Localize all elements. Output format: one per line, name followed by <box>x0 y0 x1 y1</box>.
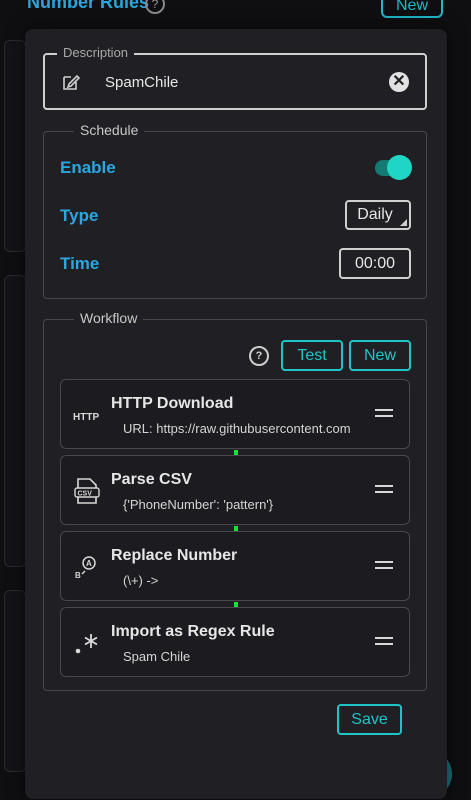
svg-text:B: B <box>75 571 81 580</box>
regex-icon <box>75 634 98 654</box>
schedule-group: Schedule Enable Type Daily Time 00:00 <box>43 122 427 299</box>
workflow-legend: Workflow <box>74 310 144 326</box>
type-value: Daily <box>357 206 393 223</box>
http-icon-text: HTTP <box>73 412 99 423</box>
workflow-group: Workflow ? Test New HTTP HTTP Download U… <box>43 310 427 691</box>
description-value[interactable]: SpamChile <box>105 74 178 91</box>
replace-icon: A B <box>75 556 96 580</box>
drag-handle-icon[interactable] <box>375 409 393 419</box>
background-card <box>4 590 26 772</box>
step-title: Parse CSV <box>111 471 192 488</box>
background-card <box>4 275 26 567</box>
enable-label: Enable <box>60 158 116 177</box>
workflow-step[interactable]: HTTP HTTP Download URL: https://raw.gith… <box>60 379 410 449</box>
enable-toggle[interactable] <box>387 155 412 180</box>
drag-handle-icon[interactable] <box>375 485 393 495</box>
description-field[interactable]: Description SpamChile ✕ <box>43 45 427 110</box>
svg-text:A: A <box>86 559 92 568</box>
csv-icon-text: CSV <box>78 491 93 498</box>
help-icon[interactable]: ? <box>249 346 269 366</box>
background-new-button[interactable]: New <box>381 0 443 18</box>
type-label: Type <box>60 206 99 225</box>
drag-handle-icon[interactable] <box>375 561 393 571</box>
workflow-step[interactable]: CSV Parse CSV {'PhoneNumber': 'pattern'} <box>60 455 410 525</box>
time-field[interactable]: 00:00 <box>339 248 411 279</box>
workflow-step[interactable]: A B Replace Number (\+) -> <box>60 531 410 601</box>
clear-icon[interactable]: ✕ <box>389 72 409 92</box>
description-legend: Description <box>57 45 135 60</box>
background-title: Number Rules <box>27 0 150 12</box>
time-label: Time <box>60 254 100 273</box>
dropdown-corner-icon <box>400 219 407 226</box>
step-title: Import as Regex Rule <box>111 623 275 640</box>
drag-handle-icon[interactable] <box>375 637 393 647</box>
step-subtitle: URL: https://raw.githubusercontent.com <box>123 421 351 436</box>
new-step-button[interactable]: New <box>349 340 411 371</box>
edit-icon <box>63 74 81 90</box>
background-card <box>4 40 26 252</box>
type-select[interactable]: Daily <box>345 200 411 230</box>
csv-file-icon: CSV <box>74 478 100 504</box>
time-value: 00:00 <box>354 255 396 272</box>
test-button[interactable]: Test <box>281 340 343 371</box>
schedule-legend: Schedule <box>74 122 145 138</box>
step-title: Replace Number <box>111 547 238 564</box>
http-icon: HTTP <box>73 412 99 423</box>
background-help-icon[interactable]: ? <box>145 0 165 14</box>
step-title: HTTP Download <box>111 395 234 412</box>
save-button[interactable]: Save <box>337 704 402 735</box>
workflow-step[interactable]: Import as Regex Rule Spam Chile <box>60 607 410 677</box>
step-subtitle: (\+) -> <box>123 573 159 588</box>
step-subtitle: {'PhoneNumber': 'pattern'} <box>123 497 274 512</box>
step-subtitle: Spam Chile <box>123 649 191 664</box>
background-header: Number Rules ? New <box>0 0 471 28</box>
